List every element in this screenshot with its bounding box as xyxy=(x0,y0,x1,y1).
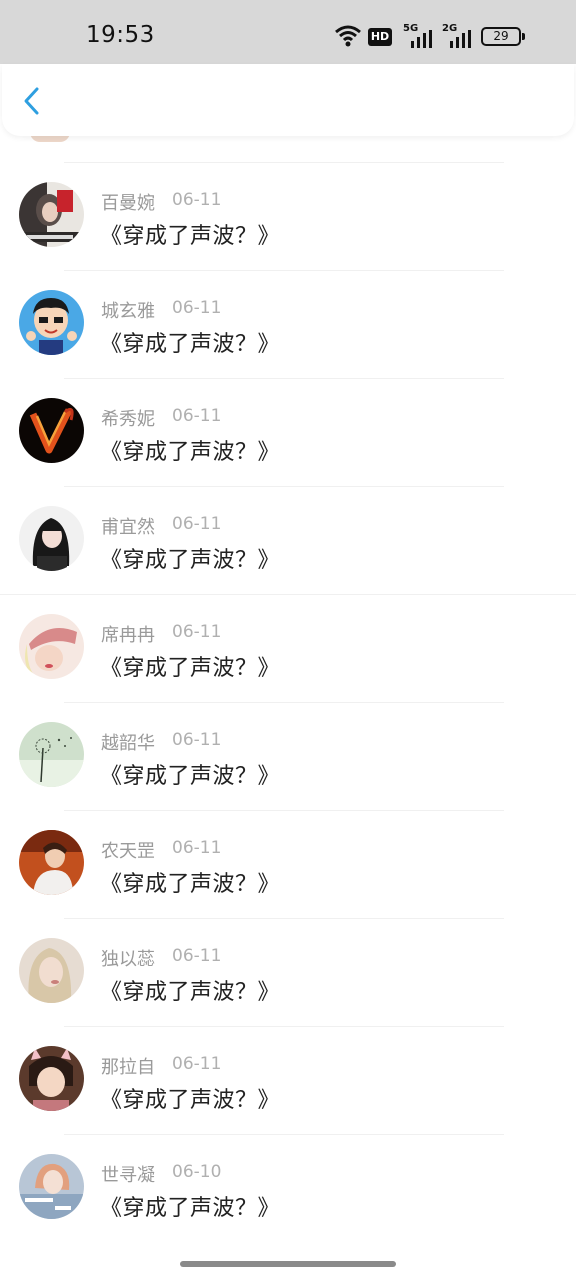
comment-date: 06-11 xyxy=(172,730,222,750)
comment-date: 06-11 xyxy=(172,514,222,534)
comment-text: 《穿成了声波？》 xyxy=(100,440,281,465)
divider xyxy=(64,1134,504,1135)
home-indicator[interactable] xyxy=(180,1261,396,1267)
user-name: 农天罡 xyxy=(101,841,155,862)
list-item[interactable]: 希秀妮 06-11 《穿成了声波？》 xyxy=(0,378,576,486)
divider xyxy=(64,1026,504,1027)
divider xyxy=(64,486,504,487)
wifi-icon xyxy=(335,25,361,47)
signal-5g-icon: 5G xyxy=(403,23,433,48)
status-bar: 19:53 HD 5G 2G 29 xyxy=(0,0,576,64)
comment-date: 06-11 xyxy=(172,838,222,858)
divider xyxy=(64,918,504,919)
comment-date: 06-10 xyxy=(172,1162,222,1182)
status-time: 19:53 xyxy=(86,22,155,48)
list-item[interactable]: 独以蕊 06-11 《穿成了声波？》 xyxy=(0,918,576,1026)
comment-date: 06-11 xyxy=(172,622,222,642)
comment-text: 《穿成了声波？》 xyxy=(100,1196,281,1221)
comment-date: 06-11 xyxy=(172,406,222,426)
avatar[interactable] xyxy=(19,1046,84,1111)
list-item[interactable]: 那拉自 06-11 《穿成了声波？》 xyxy=(0,1026,576,1134)
avatar[interactable] xyxy=(19,290,84,355)
hd-label: HD xyxy=(370,30,390,43)
list-item[interactable]: 甫宜然 06-11 《穿成了声波？》 xyxy=(0,486,576,594)
comment-text: 《穿成了声波？》 xyxy=(100,1088,281,1113)
list-item[interactable]: 席冉冉 06-11 《穿成了声波？》 xyxy=(0,594,576,702)
avatar[interactable] xyxy=(19,722,84,787)
avatar[interactable] xyxy=(19,1154,84,1219)
user-name: 百曼婉 xyxy=(101,193,155,214)
user-name: 城玄雅 xyxy=(101,301,155,322)
divider xyxy=(64,270,504,271)
list-item[interactable]: 越韶华 06-11 《穿成了声波？》 xyxy=(0,702,576,810)
comment-text: 《穿成了声波？》 xyxy=(100,764,281,789)
divider xyxy=(64,162,504,163)
back-chevron-left-icon[interactable] xyxy=(16,84,50,118)
divider xyxy=(64,702,504,703)
comment-date: 06-11 xyxy=(172,946,222,966)
comment-date: 06-11 xyxy=(172,1054,222,1074)
divider xyxy=(64,810,504,811)
avatar[interactable] xyxy=(19,506,84,571)
user-name: 席冉冉 xyxy=(101,625,155,646)
comment-text: 《穿成了声波？》 xyxy=(100,224,281,249)
comment-date: 06-11 xyxy=(172,298,222,318)
signal-2g-icon: 2G xyxy=(442,23,472,48)
avatar[interactable] xyxy=(19,830,84,895)
divider xyxy=(0,594,576,595)
hd-icon: HD xyxy=(368,28,392,46)
comment-text: 《穿成了声波？》 xyxy=(100,656,281,681)
avatar[interactable] xyxy=(19,614,84,679)
user-name: 独以蕊 xyxy=(101,949,155,970)
list-item[interactable]: 农天罡 06-11 《穿成了声波？》 xyxy=(0,810,576,918)
battery-tip-icon xyxy=(522,33,525,40)
comment-date: 06-11 xyxy=(172,190,222,210)
user-name: 希秀妮 xyxy=(101,409,155,430)
battery-level: 29 xyxy=(493,29,509,43)
user-name: 越韶华 xyxy=(101,733,155,754)
list-item[interactable]: 世寻凝 06-10 《穿成了声波？》 xyxy=(0,1134,576,1242)
divider xyxy=(64,378,504,379)
user-name: 甫宜然 xyxy=(101,517,155,538)
comment-text: 《穿成了声波？》 xyxy=(100,980,281,1005)
avatar[interactable] xyxy=(19,938,84,1003)
comment-text: 《穿成了声波？》 xyxy=(100,548,281,573)
avatar[interactable] xyxy=(19,182,84,247)
user-name: 那拉自 xyxy=(101,1057,155,1078)
list-item[interactable]: 城玄雅 06-11 《穿成了声波？》 xyxy=(0,270,576,378)
user-name: 世寻凝 xyxy=(101,1165,155,1186)
list-item[interactable]: 百曼婉 06-11 《穿成了声波？》 xyxy=(0,162,576,270)
battery-icon: 29 xyxy=(481,27,521,46)
comment-text: 《穿成了声波？》 xyxy=(100,872,281,897)
comment-text: 《穿成了声波？》 xyxy=(100,332,281,357)
avatar[interactable] xyxy=(19,398,84,463)
header xyxy=(2,64,574,136)
